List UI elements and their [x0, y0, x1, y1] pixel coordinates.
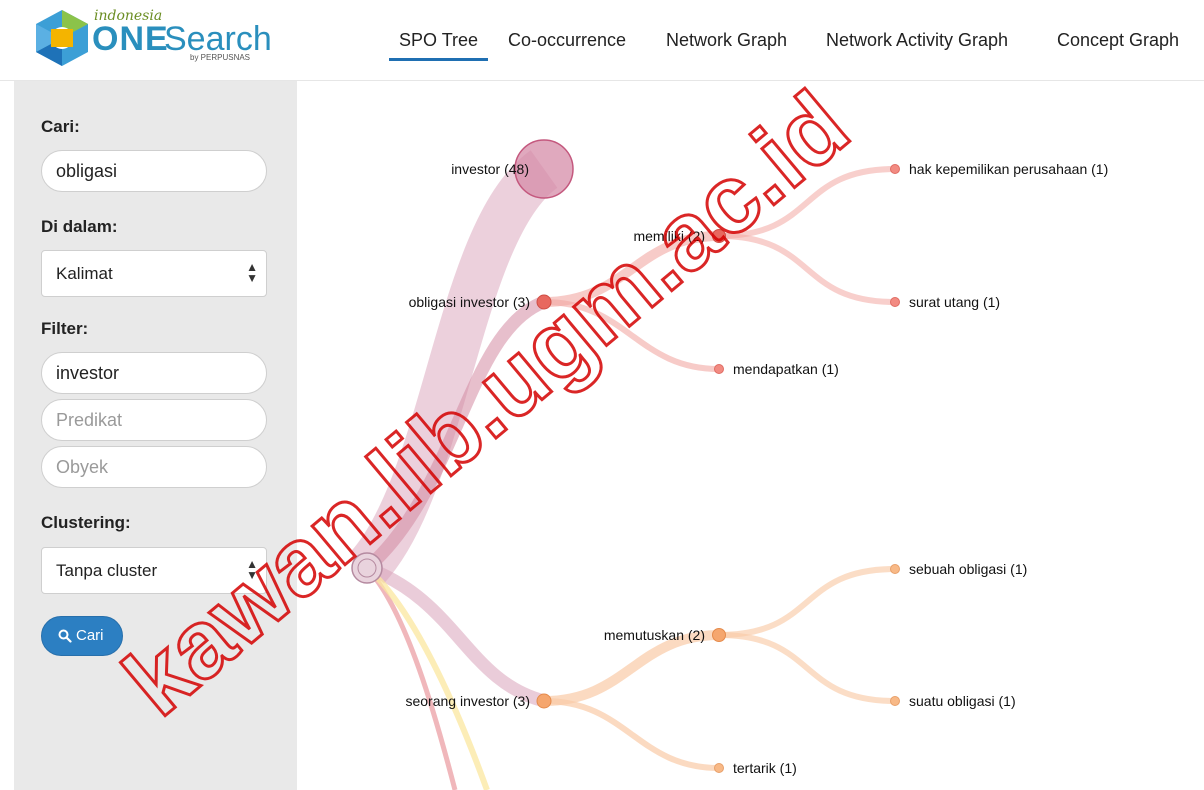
- filter-label: Filter:: [41, 319, 89, 338]
- filter-subject-input[interactable]: [41, 352, 267, 394]
- tree-node-sebuah-obligasi[interactable]: sebuah obligasi (1): [890, 561, 1028, 577]
- node-label: seorang investor (3): [405, 693, 530, 709]
- tree-node-seorang-investor[interactable]: seorang investor (3): [405, 693, 552, 709]
- select-arrows-icon: ▲ ▼: [246, 557, 258, 582]
- tree-link: [718, 233, 896, 305]
- node-label: mendapatkan (1): [733, 361, 839, 377]
- node-label: surat utang (1): [909, 294, 1000, 310]
- clustering-select-value: Tanpa cluster: [56, 561, 158, 580]
- tab-co-occurrence[interactable]: Co-occurrence: [508, 30, 626, 51]
- node-label: tertarik (1): [733, 760, 797, 776]
- node-label: investor (48): [451, 161, 529, 177]
- tree-node-surat-utang[interactable]: surat utang (1): [890, 294, 1001, 310]
- filter-object-input[interactable]: [41, 446, 267, 488]
- tree-node-hak-kepemilikan-perusahaan[interactable]: hak kepemilikan perusahaan (1): [890, 161, 1109, 177]
- search-input[interactable]: [41, 150, 267, 192]
- logo-by-text: by PERPUSNAS: [190, 53, 251, 62]
- tree-link: [543, 299, 720, 372]
- node-label: obligasi investor (3): [409, 294, 530, 310]
- tab-concept-graph[interactable]: Concept Graph: [1057, 30, 1179, 51]
- logo-mark-icon: [36, 10, 88, 66]
- tree-link: [718, 632, 896, 704]
- tree-link: [543, 698, 720, 771]
- node-label: sebuah obligasi (1): [909, 561, 1027, 577]
- onesearch-logo[interactable]: indonesia ONE Search by PERPUSNAS: [34, 6, 272, 68]
- spo-tree-graph: investor (48) obligasi investor (3) memi…: [297, 81, 1204, 790]
- tree-node-suatu-obligasi[interactable]: suatu obligasi (1): [890, 693, 1016, 709]
- tab-network-activity-graph[interactable]: Network Activity Graph: [826, 30, 1008, 51]
- node-label: suatu obligasi (1): [909, 693, 1016, 709]
- clustering-select[interactable]: Tanpa cluster ▲ ▼: [41, 547, 267, 594]
- filter-predicate-input[interactable]: [41, 399, 267, 441]
- within-select[interactable]: Kalimat ▲ ▼: [41, 250, 267, 297]
- within-label: Di dalam:: [41, 217, 118, 236]
- tree-node-obligasi-investor[interactable]: obligasi investor (3): [409, 294, 552, 310]
- tree-link: [543, 630, 720, 706]
- clustering-label: Clustering:: [41, 513, 131, 532]
- logo-one-text: ONE: [92, 20, 169, 58]
- node-label: memiliki (2): [633, 228, 705, 244]
- node-label: memutuskan (2): [604, 627, 705, 643]
- tree-link: [364, 561, 546, 708]
- search-button-label: Cari: [76, 627, 104, 644]
- search-icon: [58, 629, 72, 643]
- search-label: Cari:: [41, 117, 80, 136]
- search-sidebar: Cari: Di dalam: Kalimat ▲▼ Filter: Clust…: [14, 81, 297, 790]
- node-label: hak kepemilikan perusahaan (1): [909, 161, 1108, 177]
- within-select-value: Kalimat: [56, 264, 113, 283]
- tab-network-graph[interactable]: Network Graph: [666, 30, 787, 51]
- tree-link: [543, 231, 720, 307]
- search-button[interactable]: Cari: [41, 616, 123, 656]
- tree-link: [349, 150, 559, 584]
- tree-node-tertarik[interactable]: tertarik (1): [714, 760, 797, 776]
- tree-node-mendapatkan[interactable]: mendapatkan (1): [714, 361, 839, 377]
- top-navbar: indonesia ONE Search by PERPUSNAS SPO Tr…: [0, 0, 1204, 81]
- tree-link: [718, 166, 896, 239]
- tree-root-node[interactable]: [351, 552, 383, 584]
- tab-spo-tree[interactable]: SPO Tree: [388, 30, 489, 61]
- tree-link: [718, 566, 896, 638]
- select-arrows-icon: ▲ ▼: [246, 260, 258, 285]
